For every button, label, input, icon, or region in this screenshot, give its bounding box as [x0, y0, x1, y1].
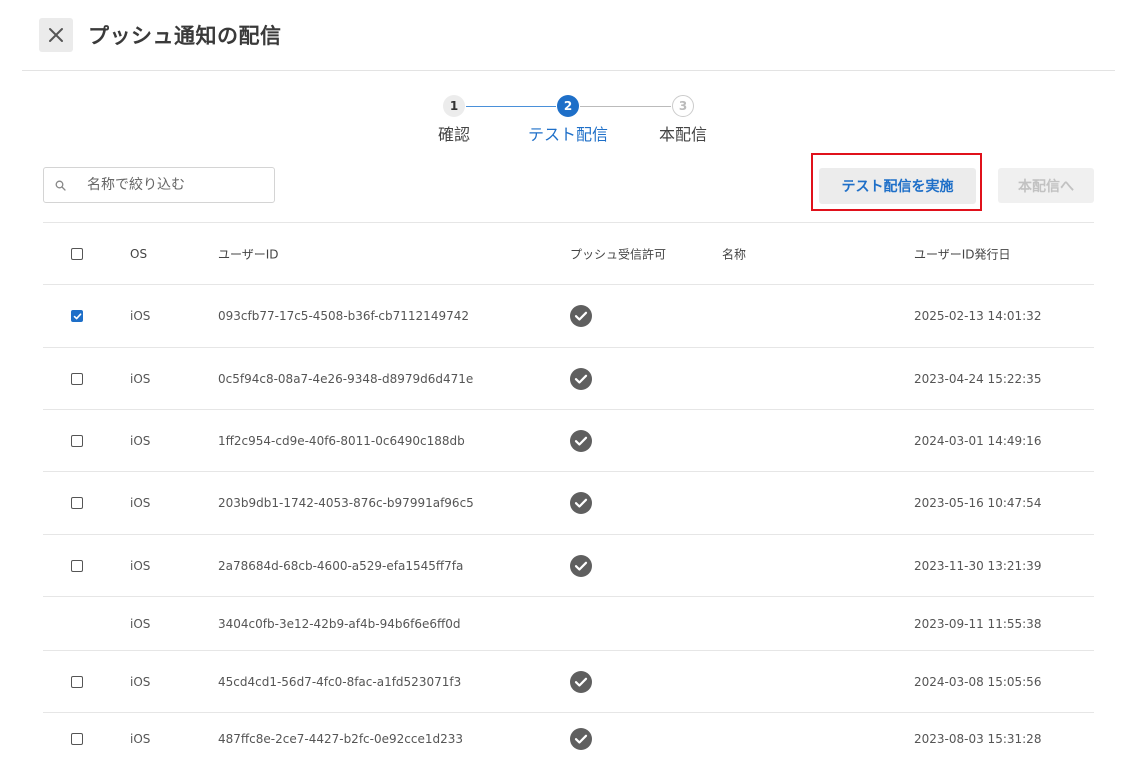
row-checkbox[interactable]	[71, 497, 83, 509]
cell-os: iOS	[130, 371, 151, 386]
row-select-cell	[71, 732, 83, 745]
row-checkbox[interactable]	[71, 372, 83, 385]
table-row[interactable]: iOS 45cd4cd1-56d7-4fc0-8fac-a1fd523071f3 2…	[43, 650, 1094, 712]
cell-os: iOS	[130, 309, 151, 323]
close-button[interactable]	[39, 18, 73, 52]
row-select-cell	[71, 559, 83, 572]
user-table: OS ユーザーID プッシュ受信許可 名称 ユーザーID発行日 iOS 093cf…	[43, 222, 1094, 764]
step-2-label: テスト配信	[527, 125, 609, 144]
row-select-cell	[71, 497, 83, 509]
row-checkbox[interactable]	[71, 675, 83, 688]
check-circle-icon	[570, 554, 592, 577]
table-row[interactable]: iOS 093cfb77-17c5-4508-b36f-cb7112149742 2…	[43, 284, 1094, 347]
table-row[interactable]: iOS 2a78684d-68cb-4600-a529-efa1545ff7fa 2…	[43, 534, 1094, 596]
cell-os: iOS	[130, 674, 151, 689]
row-select-cell	[71, 434, 83, 447]
cell-push-permission	[570, 554, 592, 577]
column-header-user-id[interactable]: ユーザーID	[218, 245, 279, 262]
cell-os: iOS	[130, 433, 151, 448]
column-header-push-permission[interactable]: プッシュ受信許可	[570, 245, 666, 262]
column-header-os[interactable]: OS	[130, 247, 147, 261]
cell-os: iOS	[130, 731, 151, 746]
cell-push-permission	[570, 367, 592, 390]
close-icon	[49, 28, 63, 42]
table-row[interactable]: iOS 487ffc8e-2ce7-4427-b2fc-0e92cce1d233 2…	[43, 712, 1094, 764]
table-row[interactable]: iOS 0c5f94c8-08a7-4e26-9348-d8979d6d471e 2…	[43, 347, 1094, 409]
row-checkbox[interactable]	[71, 310, 83, 322]
table-row[interactable]: iOS 3404c0fb-3e12-42b9-af4b-94b6f6e6ff0d 2…	[43, 596, 1094, 650]
search-input[interactable]	[85, 176, 269, 194]
table-row[interactable]: iOS 203b9db1-1742-4053-876c-b97991af96c5 2…	[43, 471, 1094, 534]
search-box[interactable]	[43, 167, 275, 203]
check-circle-icon	[570, 727, 592, 750]
step-3-indicator: 3	[672, 95, 694, 117]
row-select-cell	[71, 372, 83, 385]
cell-user-id: 0c5f94c8-08a7-4e26-9348-d8979d6d471e	[218, 371, 474, 386]
row-select-cell	[71, 675, 83, 688]
cell-issued-date: 2024-03-08 15:05:56	[914, 674, 1042, 689]
cell-push-permission	[570, 305, 592, 327]
search-icon	[55, 179, 67, 191]
header-divider	[22, 70, 1115, 71]
row-checkbox[interactable]	[71, 559, 83, 572]
cell-user-id: 45cd4cd1-56d7-4fc0-8fac-a1fd523071f3	[218, 674, 462, 689]
cell-user-id: 093cfb77-17c5-4508-b36f-cb7112149742	[218, 309, 469, 323]
cell-os: iOS	[130, 616, 151, 631]
cell-push-permission	[570, 670, 592, 693]
table-header-row: OS ユーザーID プッシュ受信許可 名称 ユーザーID発行日	[43, 222, 1094, 284]
step-connector-1	[466, 106, 556, 107]
main-send-button[interactable]: 本配信へ	[998, 168, 1094, 203]
cell-issued-date: 2023-05-16 10:47:54	[914, 496, 1042, 510]
column-header-name[interactable]: 名称	[722, 245, 746, 262]
step-connector-2	[580, 106, 671, 107]
row-checkbox[interactable]	[71, 434, 83, 447]
check-circle-icon	[570, 305, 592, 327]
step-1-label: 確認	[437, 125, 471, 144]
step-2-indicator: 2	[557, 95, 579, 117]
cell-issued-date: 2023-11-30 13:21:39	[914, 558, 1042, 573]
cell-push-permission	[570, 492, 592, 514]
stepper: 1 2 3 確認 テスト配信 本配信	[0, 92, 1121, 144]
cell-user-id: 3404c0fb-3e12-42b9-af4b-94b6f6e6ff0d	[218, 616, 461, 631]
column-header-issued-date[interactable]: ユーザーID発行日	[914, 245, 1011, 262]
page-header: プッシュ通知の配信	[0, 0, 1121, 70]
cell-os: iOS	[130, 558, 151, 573]
check-circle-icon	[570, 492, 592, 514]
row-select-cell	[71, 310, 83, 322]
cell-user-id: 1ff2c954-cd9e-40f6-8011-0c6490c188db	[218, 433, 465, 448]
row-checkbox[interactable]	[71, 732, 83, 745]
step-1-indicator: 1	[443, 95, 465, 117]
cell-push-permission	[570, 429, 592, 452]
cell-push-permission	[570, 727, 592, 750]
cell-issued-date: 2023-09-11 11:55:38	[914, 616, 1042, 631]
step-3-label: 本配信	[658, 125, 708, 144]
cell-user-id: 2a78684d-68cb-4600-a529-efa1545ff7fa	[218, 558, 464, 573]
test-send-button[interactable]: テスト配信を実施	[819, 168, 976, 204]
page-title: プッシュ通知の配信	[88, 24, 282, 48]
cell-user-id: 487ffc8e-2ce7-4427-b2fc-0e92cce1d233	[218, 731, 463, 746]
cell-issued-date: 2023-04-24 15:22:35	[914, 371, 1042, 386]
select-all-cell	[71, 247, 83, 260]
table-row[interactable]: iOS 1ff2c954-cd9e-40f6-8011-0c6490c188db 2…	[43, 409, 1094, 471]
cell-issued-date: 2023-08-03 15:31:28	[914, 731, 1042, 746]
cell-os: iOS	[130, 496, 151, 510]
cell-issued-date: 2024-03-01 14:49:16	[914, 433, 1042, 448]
check-circle-icon	[570, 367, 592, 390]
cell-user-id: 203b9db1-1742-4053-876c-b97991af96c5	[218, 496, 474, 510]
check-circle-icon	[570, 670, 592, 693]
check-circle-icon	[570, 429, 592, 452]
select-all-checkbox[interactable]	[71, 247, 83, 260]
cell-issued-date: 2025-02-13 14:01:32	[914, 309, 1042, 323]
